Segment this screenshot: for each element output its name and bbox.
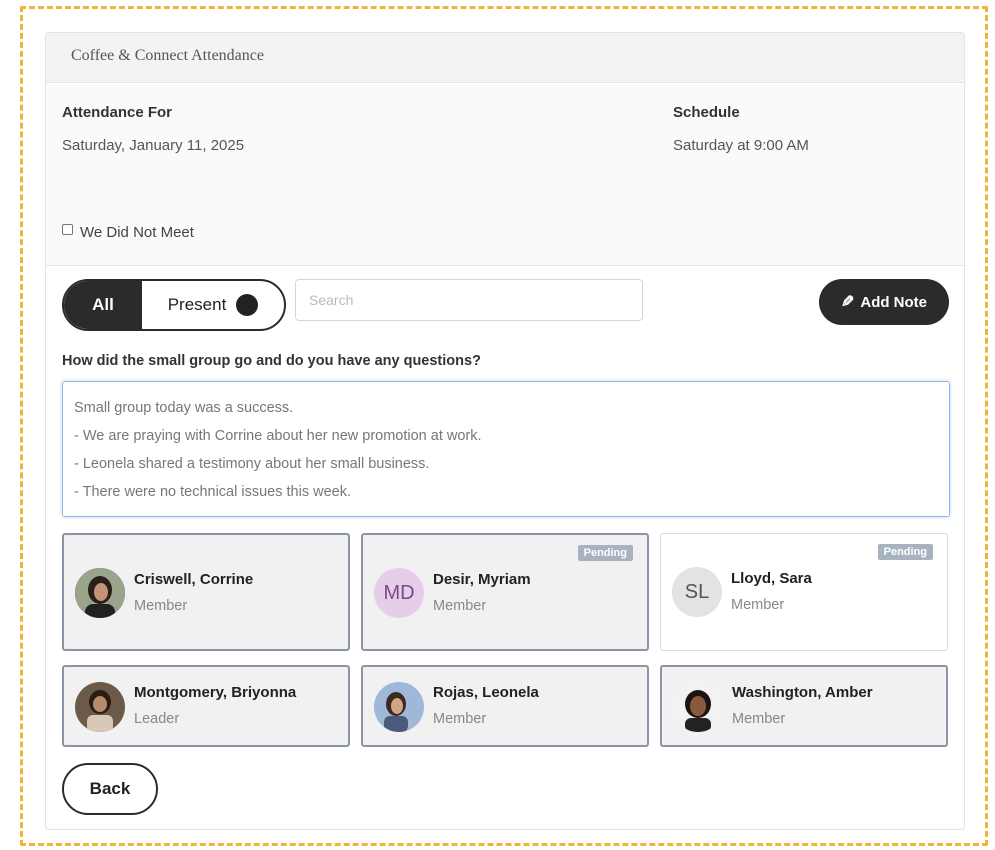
filter-present-button[interactable]: Present xyxy=(142,281,284,329)
avatar xyxy=(75,568,125,618)
member-name: Washington, Amber xyxy=(732,684,873,701)
pending-badge: Pending xyxy=(877,544,933,560)
pending-badge: Pending xyxy=(577,545,633,561)
pencil-icon: ✎ xyxy=(840,294,855,311)
schedule-value: Saturday at 9:00 AM xyxy=(673,137,809,154)
member-name: Criswell, Corrine xyxy=(134,571,254,588)
person-photo-icon xyxy=(374,682,424,732)
attendance-panel: Coffee & Connect Attendance Attendance F… xyxy=(45,32,965,830)
avatar xyxy=(673,682,723,732)
member-card-desir[interactable]: Pending MD Desir, Myriam Member xyxy=(361,533,649,651)
attendance-for-label: Attendance For xyxy=(62,104,173,121)
member-name: Rojas, Leonela xyxy=(433,684,539,701)
member-role: Leader xyxy=(134,711,180,727)
member-role: Member xyxy=(433,711,487,727)
add-note-button[interactable]: ✎ Add Note xyxy=(819,279,949,325)
avatar-initials: SL xyxy=(672,567,722,617)
attendance-info: Attendance For Saturday, January 11, 202… xyxy=(46,84,964,266)
person-photo-icon xyxy=(673,682,723,732)
member-card-criswell[interactable]: Criswell, Corrine Member xyxy=(62,533,350,651)
member-name: Montgomery, Briyonna xyxy=(134,684,297,701)
member-role: Member xyxy=(433,598,487,614)
avatar-initials: MD xyxy=(374,568,424,618)
member-role: Member xyxy=(732,711,786,727)
filter-all-button[interactable]: All xyxy=(64,281,142,329)
checkbox-box[interactable] xyxy=(62,224,73,235)
notes-question: How did the small group go and do you ha… xyxy=(62,353,481,369)
member-name: Desir, Myriam xyxy=(433,571,531,588)
member-role: Member xyxy=(731,597,785,613)
member-card-rojas[interactable]: Rojas, Leonela Member xyxy=(361,665,649,747)
search-input[interactable] xyxy=(295,279,643,321)
notes-textarea[interactable] xyxy=(62,381,950,517)
member-card-washington[interactable]: Washington, Amber Member xyxy=(660,665,948,747)
avatar xyxy=(75,682,125,732)
back-button[interactable]: Back xyxy=(62,763,158,815)
avatar xyxy=(374,682,424,732)
member-role: Member xyxy=(134,598,188,614)
did-not-meet-label: We Did Not Meet xyxy=(80,224,194,241)
member-card-lloyd[interactable]: Pending SL Lloyd, Sara Member xyxy=(660,533,948,651)
filter-present-label: Present xyxy=(167,295,227,314)
attendance-date: Saturday, January 11, 2025 xyxy=(62,137,245,154)
attendance-filter-toggle[interactable]: All Present xyxy=(62,279,286,331)
member-card-montgomery[interactable]: Montgomery, Briyonna Leader xyxy=(62,665,350,747)
toggle-knob-icon xyxy=(236,294,259,316)
person-photo-icon xyxy=(75,568,125,618)
member-name: Lloyd, Sara xyxy=(731,570,812,587)
panel-title: Coffee & Connect Attendance xyxy=(46,33,964,83)
schedule-label: Schedule xyxy=(673,104,740,121)
did-not-meet-checkbox[interactable]: We Did Not Meet xyxy=(62,224,194,241)
add-note-label: Add Note xyxy=(860,293,928,311)
person-photo-icon xyxy=(75,682,125,732)
